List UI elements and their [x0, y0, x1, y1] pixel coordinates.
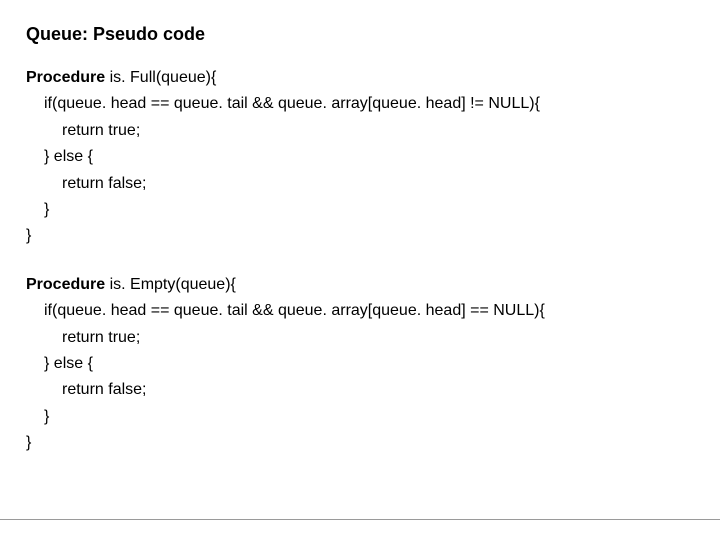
procedure-isfull: Procedure is. Full(queue){ if(queue. hea…: [26, 65, 694, 250]
code-line: if(queue. head == queue. tail && queue. …: [26, 298, 694, 324]
slide-title: Queue: Pseudo code: [26, 24, 694, 45]
code-line: }: [26, 197, 694, 223]
code-line: } else {: [26, 351, 694, 377]
signature: is. Empty(queue){: [105, 276, 236, 293]
horizontal-rule: [0, 519, 720, 520]
procedure-isempty: Procedure is. Empty(queue){ if(queue. he…: [26, 272, 694, 457]
slide: Queue: Pseudo code Procedure is. Full(qu…: [0, 0, 720, 540]
code-line: }: [26, 223, 694, 249]
keyword-procedure: Procedure: [26, 69, 105, 86]
signature: is. Full(queue){: [105, 69, 216, 86]
code-line: return true;: [26, 325, 694, 351]
code-line: Procedure is. Full(queue){: [26, 65, 694, 91]
code-line: return false;: [26, 377, 694, 403]
code-line: return true;: [26, 118, 694, 144]
code-line: }: [26, 404, 694, 430]
code-line: return false;: [26, 171, 694, 197]
code-line: if(queue. head == queue. tail && queue. …: [26, 91, 694, 117]
code-line: Procedure is. Empty(queue){: [26, 272, 694, 298]
code-line: }: [26, 430, 694, 456]
code-line: } else {: [26, 144, 694, 170]
keyword-procedure: Procedure: [26, 276, 105, 293]
